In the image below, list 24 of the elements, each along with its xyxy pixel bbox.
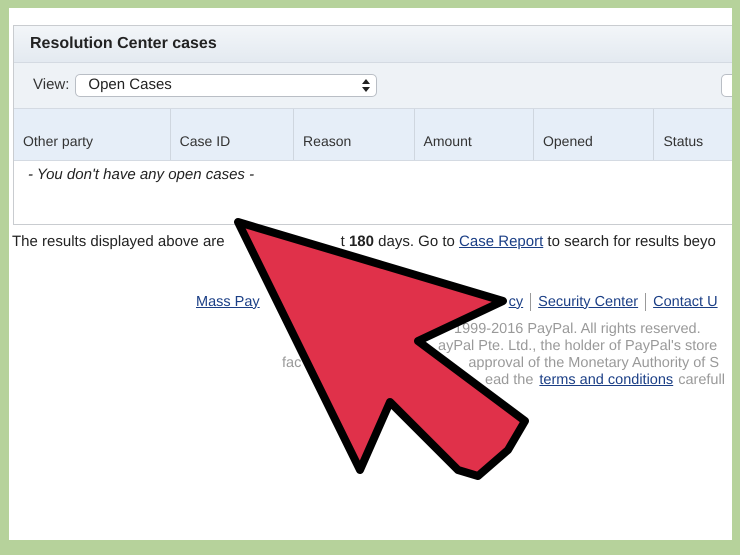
- copyright-text: fac: [282, 355, 302, 372]
- footer-link[interactable]: Contact U: [653, 292, 718, 314]
- column-header: Reason: [294, 109, 415, 160]
- view-label: View:: [33, 75, 70, 96]
- footer-link[interactable]: cy: [508, 292, 524, 314]
- notice-text: t 180 days. Go to Case Report to search for results beyo: [340, 232, 716, 252]
- case-report-link[interactable]: Case Report: [459, 233, 544, 250]
- footer-link[interactable]: Mass Pay: [196, 292, 260, 314]
- column-header: Other party: [14, 109, 171, 160]
- copyright-text: ayPal Pte. Ltd., the holder of PayPal's store: [438, 338, 718, 356]
- column-header: Opened: [534, 109, 654, 160]
- footer-link[interactable]: Security Center: [538, 292, 638, 314]
- copyright-text: carefull: [678, 372, 725, 390]
- column-header: Amount: [414, 109, 534, 160]
- copyright-text: approval of the Monetary Authority of S: [468, 355, 720, 372]
- view-select[interactable]: Open Cases: [75, 74, 378, 97]
- column-header: Case ID: [170, 109, 294, 160]
- copyright-text: 1999-2016 PayPal. All rights reserved.: [454, 321, 701, 338]
- terms-link[interactable]: terms and conditions: [539, 372, 674, 390]
- panel-title: Resolution Center cases: [30, 34, 217, 54]
- notice-text: The results displayed above are: [12, 232, 225, 252]
- column-header: Status: [654, 109, 732, 160]
- copyright-text: ead the: [485, 372, 534, 390]
- empty-message: - You don't have any open cases -: [27, 165, 256, 185]
